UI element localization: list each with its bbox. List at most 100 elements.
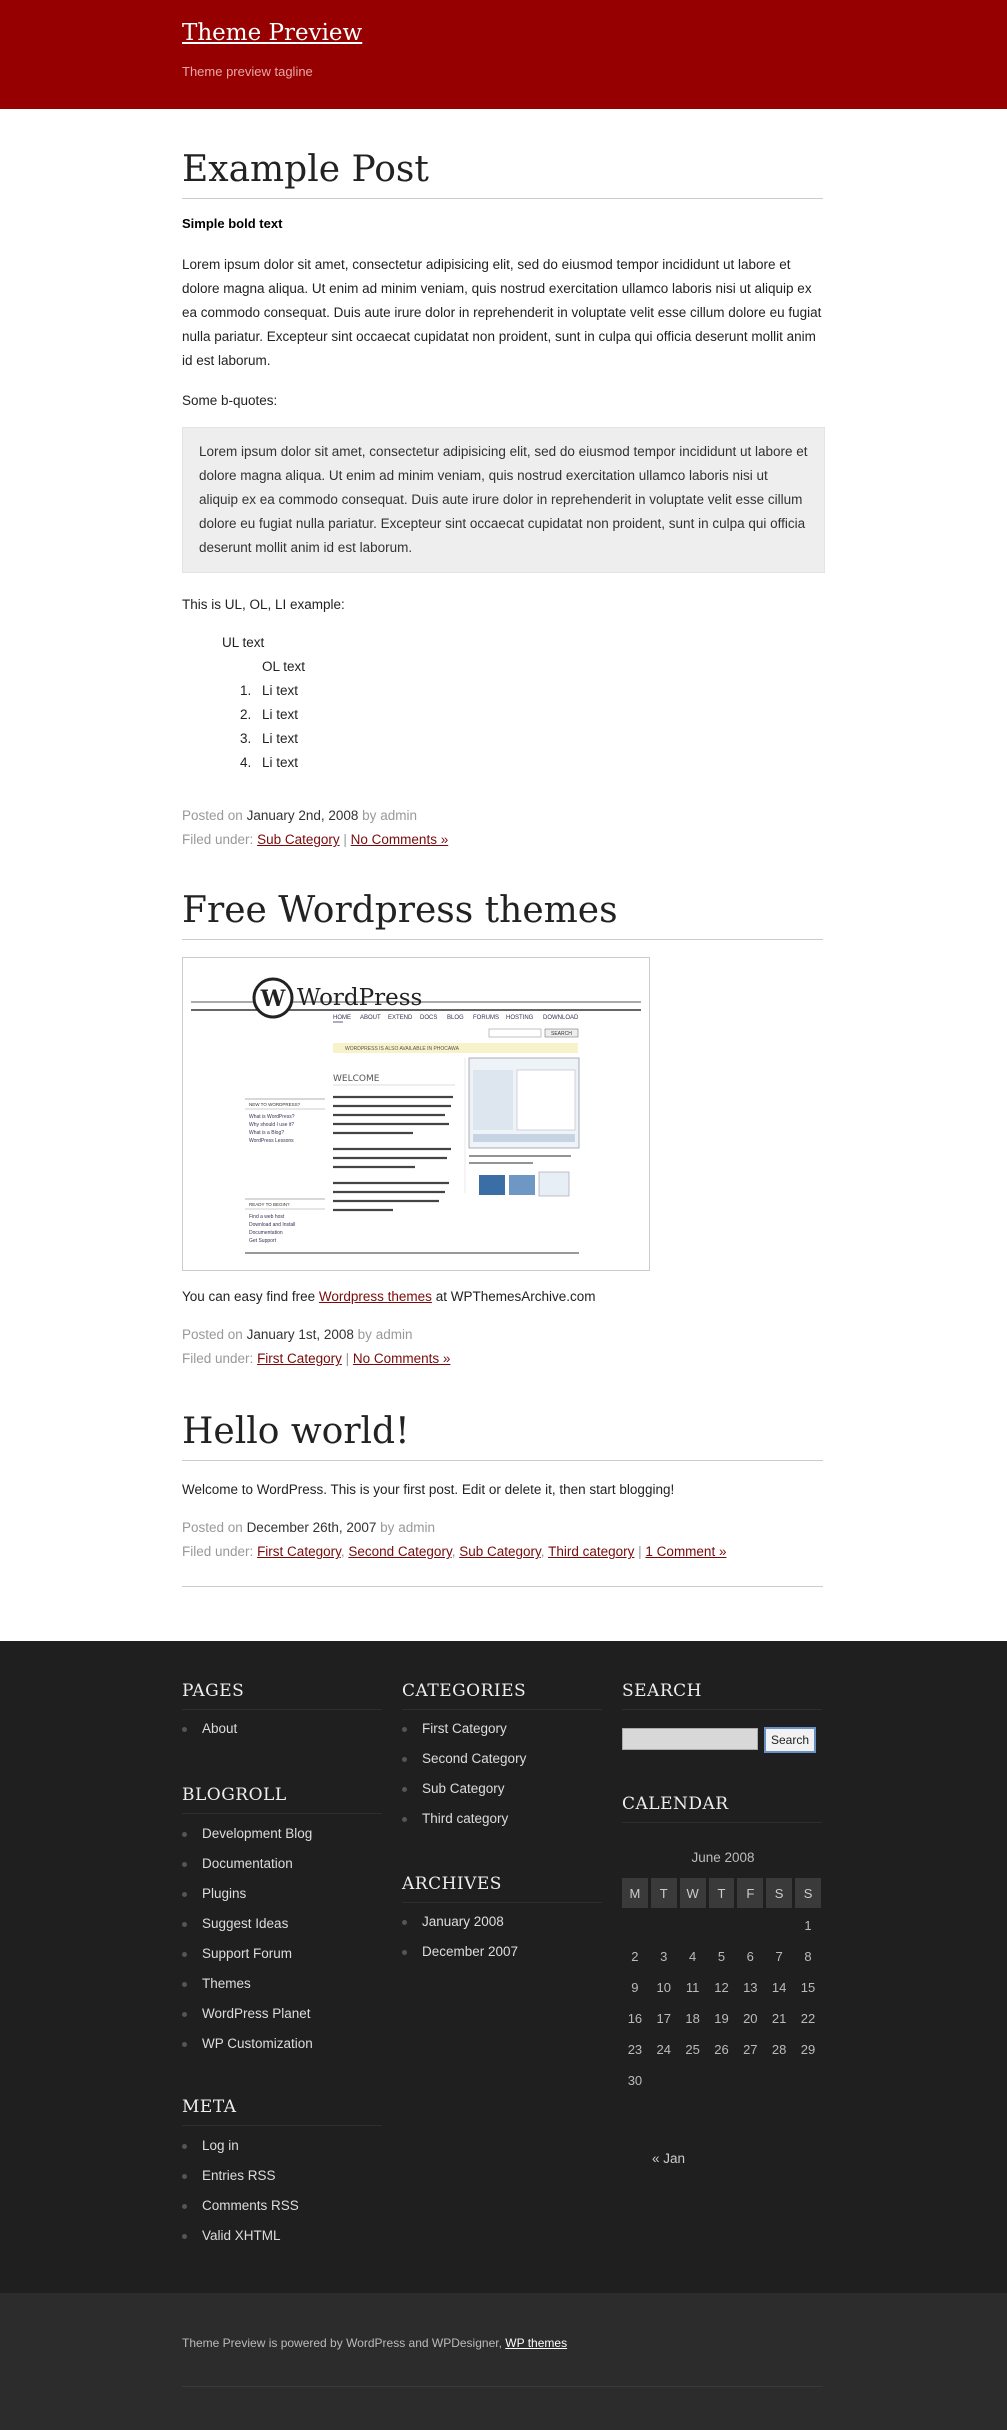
calendar-day: 16: [627, 2010, 643, 2026]
list-text: Li text: [262, 683, 299, 698]
calendar-week: 1: [622, 1911, 821, 1939]
category-link[interactable]: First Category: [257, 1544, 341, 1559]
calendar-day: [766, 2066, 792, 2094]
svg-text:W: W: [260, 986, 286, 1012]
blogroll-link[interactable]: Support Forum: [182, 1939, 313, 1969]
calendar-day: 1: [804, 1917, 812, 1933]
meta-link[interactable]: Valid XHTML: [182, 2221, 299, 2251]
list-number: 1.: [240, 683, 252, 698]
archive-link[interactable]: January 2008: [402, 1907, 518, 1937]
categories-list: First Category Second Category Sub Categ…: [402, 1714, 526, 1834]
post-date: December 26th, 2007: [246, 1520, 377, 1535]
wp-logo-text: WordPress: [297, 985, 422, 1011]
list-item: 2. Li text: [240, 703, 298, 727]
post-author: admin: [380, 808, 417, 823]
search-button[interactable]: Search: [764, 1727, 816, 1753]
footer-divider: [182, 2386, 823, 2387]
post-title[interactable]: Hello world!: [182, 1411, 823, 1461]
wp-nav-item: DOCS: [420, 1015, 437, 1021]
calendar-day: 29: [800, 2041, 816, 2057]
calendar-day: [651, 2066, 677, 2094]
ul-text: UL text: [222, 635, 265, 650]
category-link[interactable]: First Category: [402, 1714, 526, 1744]
calendar-day: [680, 2066, 706, 2094]
wp-sidebar-link: Documentation: [249, 1230, 283, 1236]
category-link[interactable]: Sub Category: [257, 832, 340, 847]
calendar-week: 9 10 11 12 13 14 15: [622, 1973, 821, 2001]
category-link[interactable]: First Category: [257, 1351, 342, 1366]
wp-sidebar-link: What is a Blog?: [249, 1130, 284, 1136]
list-text: Li text: [262, 731, 299, 746]
weekday-header: T: [708, 1878, 735, 1908]
archive-link[interactable]: December 2007: [402, 1937, 518, 1967]
comments-link[interactable]: No Comments »: [351, 832, 449, 847]
blogroll-link[interactable]: Plugins: [182, 1879, 313, 1909]
category-link[interactable]: Second Category: [402, 1744, 526, 1774]
wordpress-themes-link[interactable]: Wordpress themes: [319, 1289, 432, 1304]
category-link[interactable]: Sub Category: [402, 1774, 526, 1804]
archives-list: January 2008 December 2007: [402, 1907, 518, 1967]
posted-on-label: Posted on: [182, 1520, 243, 1535]
weekday-header: S: [766, 1878, 793, 1908]
calendar-day: 22: [800, 2010, 816, 2026]
calendar-day: 25: [685, 2041, 700, 2057]
category-link[interactable]: Second Category: [348, 1544, 451, 1559]
wp-sidebar-link: Why should I use it?: [249, 1122, 294, 1128]
calendar-day: 27: [743, 2041, 758, 2057]
wp-welcome: WELCOME: [333, 1074, 380, 1084]
comments-link[interactable]: No Comments »: [353, 1351, 451, 1366]
blogroll-link[interactable]: Suggest Ideas: [182, 1909, 313, 1939]
calendar-day: 30: [627, 2072, 643, 2088]
list-item: 4. Li text: [240, 751, 298, 775]
calendar-day: 11: [685, 1979, 700, 1995]
search-input[interactable]: [622, 1728, 758, 1750]
wp-sidebar-link: What is WordPress?: [249, 1114, 295, 1120]
wp-sidebar-link: WordPress Lessons: [249, 1138, 294, 1144]
calendar-day: 6: [746, 1948, 754, 1964]
post-title[interactable]: Free Wordpress themes: [182, 890, 823, 940]
site-title[interactable]: Theme Preview: [182, 20, 362, 46]
calendar-day: 14: [771, 1979, 787, 1995]
post-title[interactable]: Example Post: [182, 149, 823, 199]
wp-nav-item: BLOG: [447, 1015, 464, 1021]
wp-sidebar-link: Download and Install: [249, 1222, 295, 1228]
calendar-body: 1 2 3 4 5 6 7 8 9 10 11 12 13 14 15 16 17 18 19 20 21 22 23 24 2…: [622, 1911, 821, 2094]
site-header: Theme Preview Theme preview tagline: [0, 0, 1007, 109]
calendar-day: 12: [714, 1979, 729, 1995]
meta-link[interactable]: Entries RSS: [182, 2161, 299, 2191]
wp-sidebar-title: READY TO BEGIN?: [249, 1202, 290, 1207]
weekday-header: F: [737, 1878, 764, 1908]
blogroll-link[interactable]: WP Customization: [182, 2029, 313, 2059]
meta-link[interactable]: Log in: [182, 2131, 299, 2161]
calendar-day: 15: [800, 1979, 816, 1995]
blogroll-link[interactable]: WordPress Planet: [182, 1999, 313, 2029]
meta-link[interactable]: Comments RSS: [182, 2191, 299, 2221]
calendar-day: 20: [743, 2010, 758, 2026]
footer-link[interactable]: WP themes: [505, 2336, 567, 2350]
category-link[interactable]: Sub Category: [459, 1544, 541, 1559]
footer-text: Theme Preview is powered by WordPress an…: [182, 2336, 502, 2350]
post-author: admin: [375, 1327, 413, 1342]
widget-title-pages: PAGES: [182, 1681, 382, 1710]
page-link[interactable]: About: [182, 1714, 237, 1744]
calendar: June 2008 M T W T F S S 1 2 3 4 5 6 7 8 9 10 11 12 1…: [622, 1841, 824, 2166]
calendar-day: 13: [743, 1979, 758, 1995]
posted-on-label: Posted on: [182, 808, 243, 823]
list-item: 1. Li text: [240, 679, 298, 703]
blogroll-link[interactable]: Documentation: [182, 1849, 313, 1879]
calendar-day: [651, 1911, 677, 1939]
calendar-day: 26: [714, 2041, 729, 2057]
category-link[interactable]: Third category: [402, 1804, 526, 1834]
content-divider: [182, 1586, 823, 1587]
blogroll-link[interactable]: Themes: [182, 1969, 313, 1999]
calendar-day: 4: [688, 1948, 697, 1964]
blockquote: Lorem ipsum dolor sit amet, consectetur …: [182, 427, 825, 573]
list-text: Li text: [262, 755, 299, 770]
blogroll-link[interactable]: Development Blog: [182, 1819, 313, 1849]
calendar-day: [795, 2066, 821, 2094]
calendar-prev-link[interactable]: « Jan: [652, 2151, 685, 2166]
category-link[interactable]: Third category: [548, 1544, 634, 1559]
wp-search-button: SEARCH: [551, 1031, 572, 1037]
comments-link[interactable]: 1 Comment »: [645, 1544, 726, 1559]
filed-under-label: Filed under:: [182, 1544, 254, 1559]
